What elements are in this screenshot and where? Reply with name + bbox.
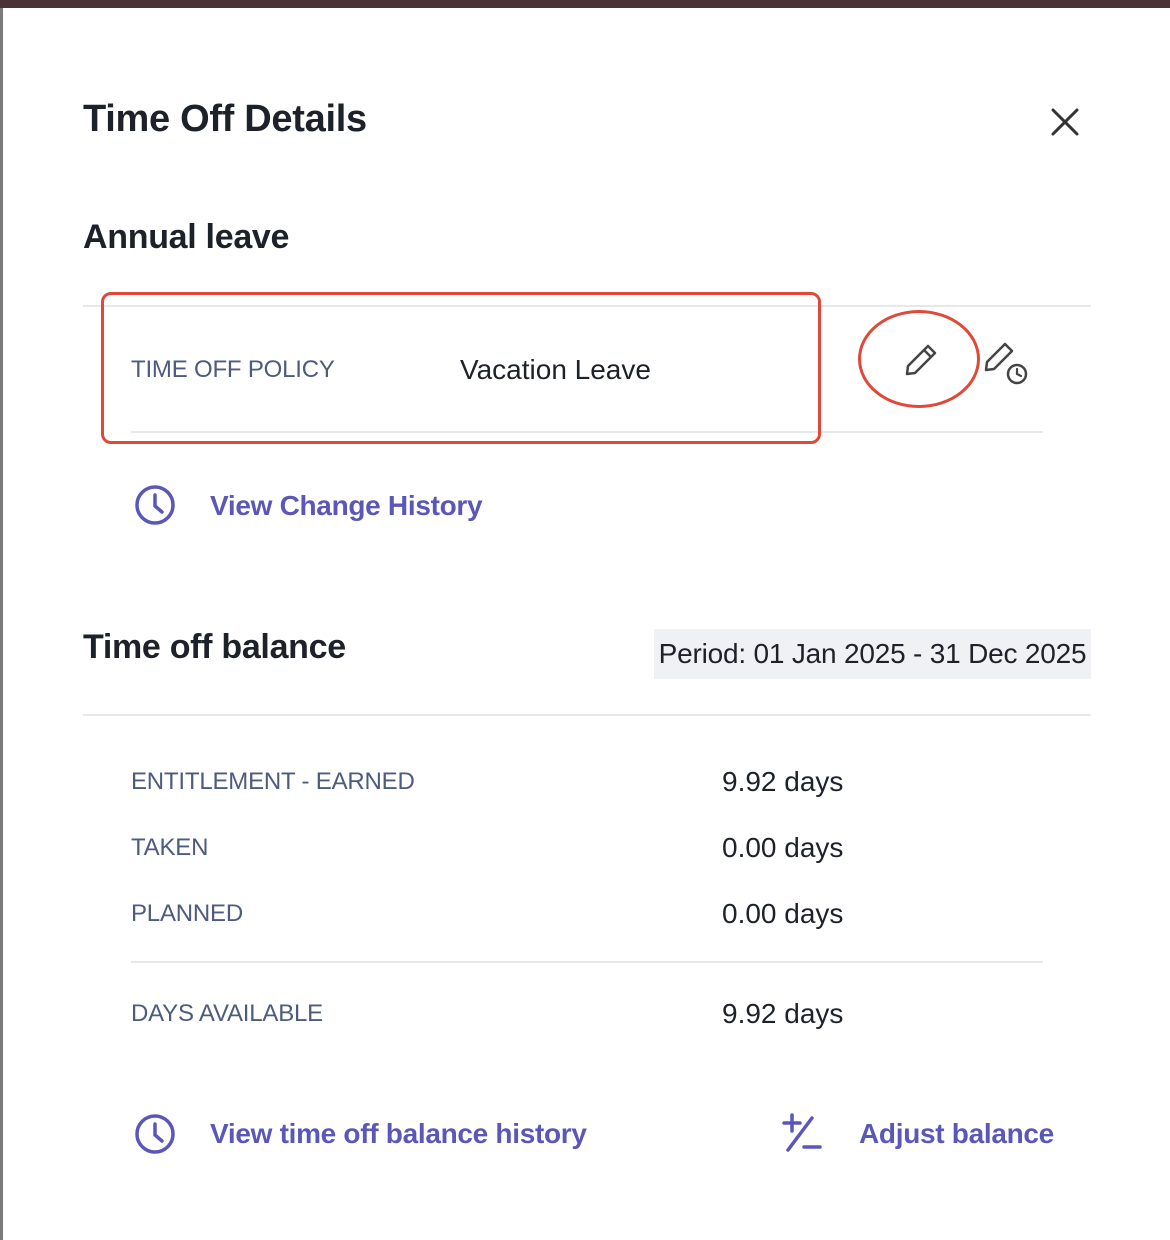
entitlement-label: ENTITLEMENT - EARNED <box>131 768 415 795</box>
policy-label: TIME OFF POLICY <box>131 356 335 383</box>
clock-icon <box>135 1114 175 1154</box>
edit-policy-history-button[interactable] <box>983 340 1033 388</box>
period-badge: Period: 01 Jan 2025 - 31 Dec 2025 <box>654 629 1091 679</box>
leave-type-title: Annual leave <box>83 218 290 256</box>
time-off-details-dialog: Time Off Details Annual leave TIME OFF P… <box>3 8 1170 1240</box>
pencil-clock-icon <box>984 342 1028 385</box>
taken-value: 0.00 days <box>722 832 844 863</box>
close-icon <box>1051 108 1079 136</box>
close-button[interactable] <box>1045 102 1085 142</box>
balance-history-link-icon-wrap[interactable] <box>133 1112 177 1161</box>
view-balance-history-link[interactable]: View time off balance history <box>210 1118 587 1150</box>
divider <box>131 961 1043 963</box>
planned-value: 0.00 days <box>722 898 844 929</box>
view-change-history-link[interactable]: View Change History <box>210 490 483 522</box>
divider <box>131 431 1043 433</box>
entitlement-value: 9.92 days <box>722 766 844 797</box>
clock-icon <box>135 485 175 525</box>
adjust-balance-link[interactable]: Adjust balance <box>859 1118 1054 1150</box>
change-history-link-icon-wrap[interactable] <box>133 483 177 532</box>
divider <box>83 305 1091 307</box>
window-top-edge <box>0 0 1170 8</box>
policy-value: Vacation Leave <box>460 354 651 385</box>
edit-policy-button[interactable] <box>901 340 941 380</box>
pencil-icon <box>905 344 937 376</box>
dialog-title: Time Off Details <box>83 98 367 140</box>
planned-label: PLANNED <box>131 900 243 927</box>
adjust-balance-icon-wrap[interactable] <box>780 1112 824 1161</box>
taken-label: TAKEN <box>131 834 209 861</box>
plus-minus-icon <box>782 1113 822 1152</box>
days-available-label: DAYS AVAILABLE <box>131 1000 323 1027</box>
balance-title: Time off balance <box>83 628 346 666</box>
days-available-value: 9.92 days <box>722 998 844 1029</box>
divider <box>83 714 1091 716</box>
